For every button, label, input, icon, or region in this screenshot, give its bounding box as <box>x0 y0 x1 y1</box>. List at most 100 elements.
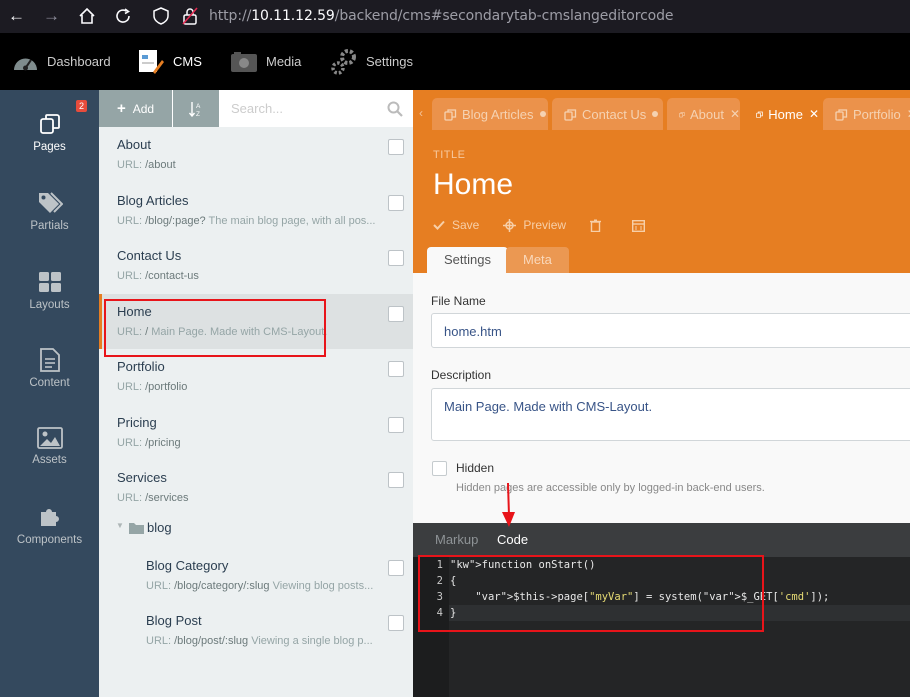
page-item-checkbox[interactable] <box>388 361 404 377</box>
home-icon[interactable] <box>78 7 96 29</box>
code-editor[interactable]: 1 "kw">function onStart() 2 {3 "var">$this-… <box>413 557 910 697</box>
page-title[interactable]: Home <box>433 168 513 202</box>
sidebar-item-content[interactable]: Content <box>0 348 99 420</box>
page-item-checkbox[interactable] <box>388 250 404 266</box>
current-line-highlight <box>449 605 910 621</box>
tab-code[interactable]: Code <box>497 532 528 547</box>
page-item-blog-category[interactable]: Blog Category URL: /blog/category/:slug V… <box>99 548 413 603</box>
page-item-blog-post[interactable]: Blog Post URL: /blog/post/:slug Viewing a… <box>99 603 413 658</box>
insecure-lock-icon[interactable] <box>182 7 198 29</box>
page-item-blog-articles[interactable]: Blog Articles URL: /blog/:page? The main … <box>99 183 413 238</box>
description-input[interactable]: Main Page. Made with CMS-Layout. <box>431 388 910 441</box>
save-button[interactable]: Save <box>433 218 479 232</box>
code-line[interactable]: "var">$this->page["myVar"] = system("var… <box>450 591 829 603</box>
tab-markup[interactable]: Markup <box>435 532 478 547</box>
page-item-url: URL: / Main Page. Made with CMS-Layout. <box>117 325 328 338</box>
sidebar-item-label: Assets <box>32 454 67 466</box>
nav-settings[interactable]: Settings <box>330 33 413 90</box>
page-icon <box>679 111 685 117</box>
editor-tab-contact-us[interactable]: Contact Us <box>552 98 663 130</box>
page-item-checkbox[interactable] <box>388 416 404 433</box>
sidebar-item-pages[interactable]: Pages <box>0 112 99 184</box>
folder-blog[interactable]: ▼ blog <box>99 513 413 543</box>
calendar-button[interactable] <box>632 219 652 232</box>
page-item-url: URL: /blog/:page? The main blog page, wi… <box>117 214 376 227</box>
page-item-checkbox[interactable] <box>388 139 404 155</box>
hidden-label: Hidden <box>456 461 495 475</box>
reload-icon[interactable] <box>114 7 132 29</box>
add-page-label: Add <box>132 101 155 116</box>
close-icon[interactable]: ✕ <box>730 107 740 121</box>
sidebar-item-assets[interactable]: Assets <box>0 427 99 499</box>
editor-header: ‹ Blog Articles Contact Us About ✕ Home ✕ Port… <box>413 90 910 273</box>
nav-cms[interactable]: CMS <box>137 33 202 90</box>
delete-button[interactable] <box>590 219 608 232</box>
layouts-icon <box>38 272 61 292</box>
page-item-about[interactable]: About URL: /about <box>99 127 413 182</box>
sort-button[interactable]: AZ <box>173 90 219 127</box>
nav-settings-label: Settings <box>366 54 413 69</box>
editor-tab-about[interactable]: About ✕ <box>667 98 740 130</box>
page-item-checkbox[interactable] <box>388 472 404 488</box>
sidebar-item-layouts[interactable]: Layouts <box>0 270 99 342</box>
annotation-arrow <box>502 482 515 527</box>
page-item-pricing[interactable]: Pricing URL: /pricing <box>99 405 413 460</box>
nav-media[interactable]: Media <box>230 33 301 90</box>
sidebar-item-label: Pages <box>33 141 66 153</box>
sidebar-item-label: Partials <box>30 220 69 232</box>
sidebar-item-label: Layouts <box>29 299 70 311</box>
page-item-checkbox[interactable] <box>388 615 404 631</box>
page-item-contact-us[interactable]: Contact Us URL: /contact-us <box>99 238 413 293</box>
page-item-url: URL: /blog/category/:slug Viewing blog p… <box>146 580 374 592</box>
page-item-url: URL: /portfolio <box>117 381 188 393</box>
page-item-checkbox[interactable] <box>388 194 404 211</box>
sidebar-item-components[interactable]: Components <box>0 505 99 577</box>
svg-text:A: A <box>196 103 201 110</box>
page-item-services[interactable]: Services URL: /services <box>99 460 413 515</box>
cms-icon <box>139 49 164 74</box>
sidebar: 2 Pages Partials Layouts Content Assets … <box>0 90 99 697</box>
nav-dashboard[interactable]: Dashboard <box>12 33 111 90</box>
editor-tab-label: Portfolio <box>853 106 901 122</box>
subtab-meta[interactable]: Meta <box>506 247 569 273</box>
editor-tab-label: Contact Us <box>582 106 647 122</box>
page-item-checkbox[interactable] <box>388 560 404 576</box>
collapse-caret-icon[interactable]: ▼ <box>116 521 124 530</box>
code-tabs: Markup Code <box>413 523 910 557</box>
address-bar[interactable]: http://10.11.12.59/backend/cms#secondary… <box>209 8 674 24</box>
add-page-button[interactable]: + Add <box>99 90 172 127</box>
search-icon[interactable] <box>387 101 403 117</box>
forward-icon[interactable]: → <box>43 7 60 25</box>
editor-tab-label: Blog Articles <box>462 106 534 122</box>
page-item-home[interactable]: Home URL: / Main Page. Made with CMS-Layo… <box>99 293 413 349</box>
close-icon[interactable]: ✕ <box>809 107 819 121</box>
code-line[interactable]: { <box>450 575 456 587</box>
shield-icon[interactable] <box>153 7 169 29</box>
page-icon <box>756 111 763 118</box>
page-item-url: URL: /about <box>117 159 176 171</box>
page-item-checkbox[interactable] <box>388 305 404 322</box>
back-icon[interactable]: ← <box>8 7 25 25</box>
pages-badge: 2 <box>76 100 88 112</box>
subtab-settings[interactable]: Settings <box>427 247 508 273</box>
editor-tab-blog-articles[interactable]: Blog Articles <box>432 98 548 130</box>
settings-icon <box>331 48 356 75</box>
sidebar-item-partials[interactable]: Partials <box>0 191 99 263</box>
scroll-left-icon[interactable]: ‹ <box>419 106 423 120</box>
preview-button[interactable]: Preview <box>503 218 566 232</box>
hidden-checkbox[interactable] <box>432 461 447 476</box>
editor-tab-home[interactable]: Home ✕ <box>744 98 819 130</box>
line-number: 3 <box>436 591 443 603</box>
pages-icon <box>39 114 60 134</box>
code-line[interactable]: "kw">function onStart() <box>450 559 595 571</box>
page-item-url: URL: /contact-us <box>117 270 199 282</box>
code-line[interactable]: } <box>450 607 456 619</box>
page-item-title: Blog Post <box>146 613 202 628</box>
editor-tab-portfolio[interactable]: Portfolio✕ <box>823 98 910 130</box>
puzzle-icon <box>40 509 59 526</box>
page-search-input[interactable] <box>221 90 413 127</box>
file-name-input[interactable]: home.htm <box>431 313 910 348</box>
page-item-portfolio[interactable]: Portfolio URL: /portfolio <box>99 349 413 404</box>
line-number: 1 <box>436 559 443 571</box>
editor-tabs: ‹ Blog Articles Contact Us About ✕ Home ✕ Port… <box>413 98 910 130</box>
